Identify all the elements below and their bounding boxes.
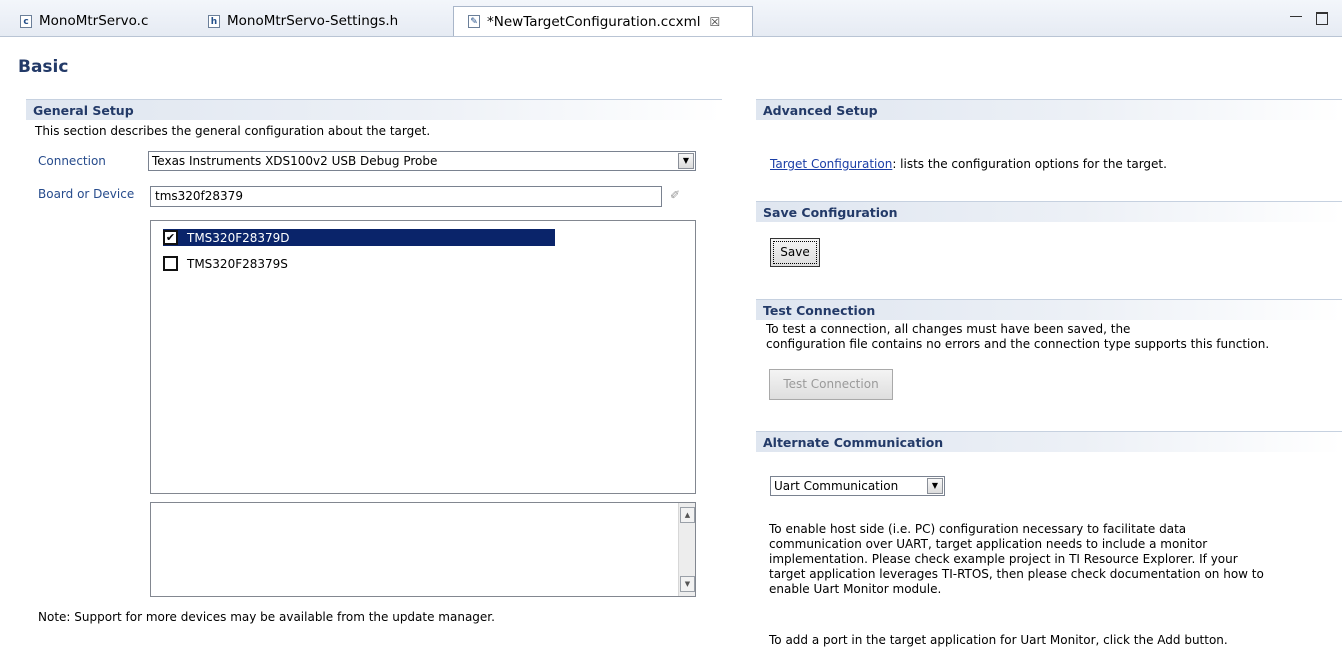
device-item-tms320f28379s[interactable]: TMS320F28379S [163, 255, 288, 272]
save-button[interactable]: Save [770, 238, 820, 267]
tab-label: MonoMtrServo-Settings.h [227, 13, 399, 29]
close-tab-icon[interactable]: ☒ [710, 15, 721, 29]
alternate-communication-header: Alternate Communication [756, 431, 1342, 452]
window-controls [1290, 12, 1328, 25]
minimize-icon[interactable] [1290, 16, 1302, 20]
target-configuration-link[interactable]: Target Configuration [770, 157, 892, 171]
tab-monomtrservo-settings-h[interactable]: h MonoMtrServo-Settings.h [208, 7, 398, 35]
general-setup-description: This section describes the general confi… [35, 124, 431, 138]
device-list[interactable]: ✔ TMS320F28379D TMS320F28379S [150, 220, 696, 494]
checkbox-checked-icon[interactable]: ✔ [163, 230, 178, 245]
description-line: target application leverages TI-RTOS, th… [769, 567, 1264, 581]
c-file-icon: c [20, 14, 32, 28]
test-connection-button[interactable]: Test Connection [769, 369, 893, 400]
tab-monomtrservo-c[interactable]: c MonoMtrServo.c [20, 7, 148, 35]
description-line: communication over UART, target applicat… [769, 537, 1208, 551]
scroll-down-icon[interactable]: ▼ [680, 576, 695, 592]
connection-value: Texas Instruments XDS100v2 USB Debug Pro… [152, 154, 438, 168]
connection-label: Connection [38, 154, 106, 168]
test-connection-line: To test a connection, all changes must h… [766, 322, 1131, 336]
description-line: To enable host side (i.e. PC) configurat… [769, 522, 1187, 536]
device-label: TMS320F28379S [187, 256, 288, 271]
board-or-device-input[interactable]: tms320f28379 [150, 186, 662, 207]
dropdown-arrow-icon[interactable]: ▼ [678, 153, 694, 169]
dropdown-arrow-icon[interactable]: ▼ [927, 478, 943, 494]
save-configuration-header: Save Configuration [756, 201, 1342, 222]
update-manager-note: Note: Support for more devices may be av… [38, 610, 495, 624]
editor-tab-bar: c MonoMtrServo.c h MonoMtrServo-Settings… [0, 0, 1342, 37]
description-line: implementation. Please check example pro… [769, 552, 1238, 566]
device-description-box: ▲ ▼ [150, 502, 696, 597]
alternate-communication-value: Uart Communication [774, 479, 899, 493]
advanced-setup-header: Advanced Setup [756, 99, 1342, 120]
h-file-icon: h [208, 14, 220, 28]
connection-select[interactable]: Texas Instruments XDS100v2 USB Debug Pro… [148, 151, 696, 171]
device-label: TMS320F28379D [187, 230, 290, 245]
test-connection-line: configuration file contains no errors an… [766, 337, 1270, 351]
device-item-tms320f28379d[interactable]: ✔ TMS320F28379D [163, 229, 555, 246]
test-connection-header: Test Connection [756, 299, 1342, 320]
general-setup-header: General Setup [26, 99, 722, 120]
tab-newtargetconfiguration-ccxml[interactable]: ✎ *NewTargetConfiguration.ccxml ☒ [453, 6, 753, 36]
alternate-communication-select[interactable]: Uart Communication ▼ [770, 476, 945, 496]
target-configuration-desc: : lists the configuration options for th… [892, 157, 1167, 171]
vertical-scrollbar[interactable]: ▲ ▼ [678, 503, 695, 596]
alternate-communication-description: To enable host side (i.e. PC) configurat… [769, 522, 1264, 597]
clear-filter-icon[interactable]: ✐ [670, 188, 680, 202]
page-title: Basic [18, 57, 69, 77]
checkbox-unchecked-icon[interactable] [163, 256, 178, 271]
ccxml-file-icon: ✎ [468, 15, 480, 28]
add-port-instructions: To add a port in the target application … [769, 633, 1228, 647]
tab-label: *NewTargetConfiguration.ccxml [487, 13, 701, 30]
description-line: enable Uart Monitor module. [769, 582, 942, 596]
target-configuration-line: Target Configuration: lists the configur… [770, 157, 1167, 171]
scroll-up-icon[interactable]: ▲ [680, 507, 695, 523]
board-or-device-label: Board or Device [38, 187, 135, 201]
maximize-icon[interactable] [1316, 12, 1328, 25]
tab-label: MonoMtrServo.c [39, 13, 149, 29]
test-connection-description: To test a connection, all changes must h… [766, 322, 1269, 352]
